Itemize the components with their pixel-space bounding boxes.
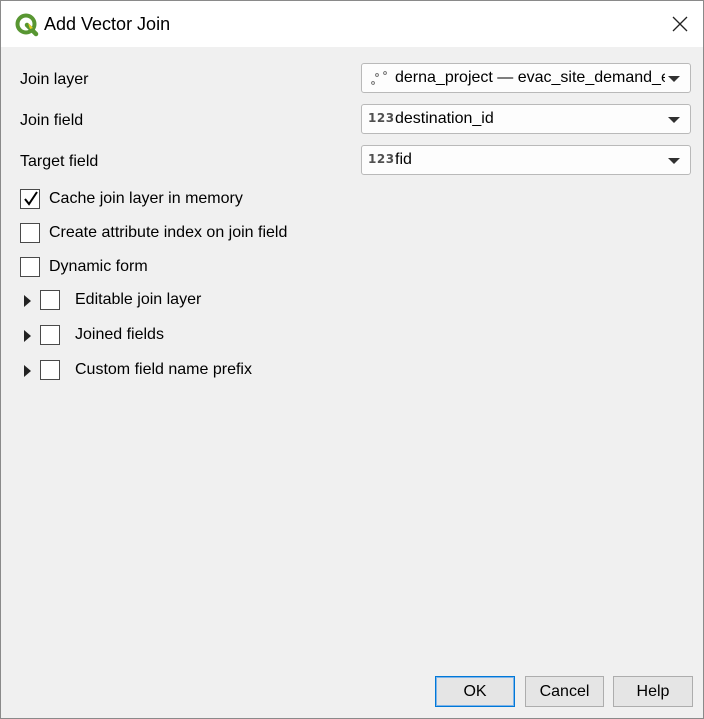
join-layer-combobox[interactable]: derna_project — evac_site_demand_e — [361, 63, 691, 93]
cancel-button[interactable]: Cancel — [525, 676, 604, 707]
join-layer-value: derna_project — evac_site_demand_e — [395, 69, 665, 86]
close-icon — [672, 16, 688, 32]
join-field-combobox[interactable]: 123 destination_id — [361, 104, 691, 134]
expand-arrow-icon[interactable] — [24, 330, 31, 342]
joined-fields-label: Joined fields — [75, 326, 164, 343]
qgis-logo-icon — [15, 13, 39, 37]
point-layer-icon — [371, 71, 387, 85]
checkmark-icon — [24, 191, 38, 206]
add-vector-join-dialog: Add Vector Join Join layer derna_project… — [0, 0, 704, 719]
joined-fields-checkbox[interactable] — [40, 325, 60, 345]
integer-field-icon: 123 — [368, 111, 395, 125]
target-field-combobox[interactable]: 123 fid — [361, 145, 691, 175]
create-attribute-index-label: Create attribute index on join field — [49, 224, 288, 241]
join-field-value: destination_id — [395, 110, 494, 127]
target-field-label: Target field — [20, 153, 99, 170]
expand-arrow-icon[interactable] — [24, 295, 31, 307]
custom-field-name-prefix-label: Custom field name prefix — [75, 361, 252, 378]
target-field-value: fid — [395, 151, 412, 168]
close-button[interactable] — [657, 1, 703, 47]
chevron-down-icon — [668, 117, 680, 123]
expand-arrow-icon[interactable] — [24, 365, 31, 377]
dialog-title: Add Vector Join — [44, 14, 171, 34]
help-button[interactable]: Help — [613, 676, 693, 707]
cache-join-layer-label: Cache join layer in memory — [49, 190, 243, 207]
integer-field-icon: 123 — [368, 152, 395, 166]
dynamic-form-label: Dynamic form — [49, 258, 148, 275]
join-layer-label: Join layer — [20, 71, 89, 88]
chevron-down-icon — [668, 76, 680, 82]
editable-join-layer-checkbox[interactable] — [40, 290, 60, 310]
custom-field-name-prefix-checkbox[interactable] — [40, 360, 60, 380]
create-attribute-index-checkbox[interactable] — [20, 223, 40, 243]
dynamic-form-checkbox[interactable] — [20, 257, 40, 277]
join-field-label: Join field — [20, 112, 84, 129]
editable-join-layer-label: Editable join layer — [75, 291, 202, 308]
ok-button[interactable]: OK — [435, 676, 515, 707]
title-bar: Add Vector Join — [1, 1, 703, 47]
chevron-down-icon — [668, 158, 680, 164]
cache-join-layer-checkbox[interactable] — [20, 189, 40, 209]
